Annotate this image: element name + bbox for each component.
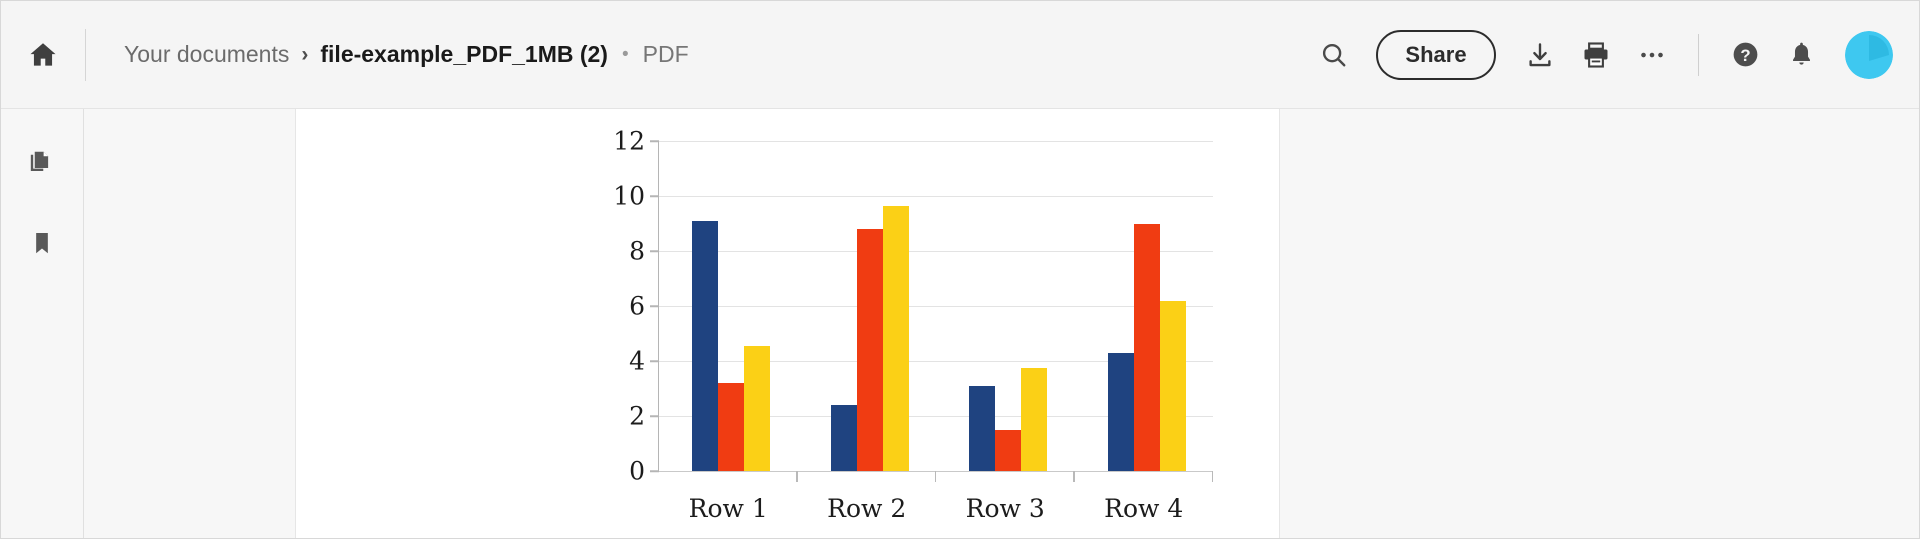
pdf-viewer-window: Your documents › file-example_PDF_1MB (2…	[0, 0, 1920, 539]
toolbar-divider-left	[85, 28, 86, 81]
breadcrumb-current-file: file-example_PDF_1MB (2)	[320, 41, 608, 67]
chart-bar	[995, 429, 1022, 471]
bell-icon	[1787, 40, 1816, 69]
x-axis-tick-label: Row 3	[965, 494, 1045, 523]
y-axis-tick-mark	[650, 360, 659, 362]
chart-bar	[1021, 367, 1048, 471]
y-axis-tick-label: 10	[613, 181, 645, 211]
chart-bar	[830, 405, 857, 471]
toolbar-divider-right	[1698, 33, 1699, 76]
left-tool-rail	[1, 109, 84, 538]
home-zone	[1, 1, 85, 108]
download-button[interactable]	[1512, 27, 1568, 83]
sidebar-item-page-thumbnails[interactable]	[16, 135, 68, 187]
bar-chart: 0 2 4 6 8 10 12 Row 1 Row 2 Row 3 Row 4	[596, 127, 1216, 523]
chart-bar-groups: Row 1 Row 2 Row 3 Row 4	[659, 141, 1213, 523]
chart-bar	[1107, 352, 1134, 471]
chart-bar	[1159, 300, 1186, 471]
search-icon	[1319, 40, 1349, 70]
more-options-button[interactable]	[1624, 27, 1680, 83]
y-axis-tick-label: 4	[629, 346, 645, 376]
viewer-body: 024681012Row 1Row 2Row 3Row 4 Add sticky…	[1, 109, 1919, 538]
y-axis-tick-mark	[650, 415, 659, 417]
document-left-gutter	[84, 109, 296, 538]
y-axis-tick-label: 8	[629, 236, 645, 266]
x-axis-tick-label: Row 4	[1104, 494, 1184, 523]
print-icon	[1581, 40, 1611, 70]
chart-bar-group: Row 2	[798, 141, 936, 523]
y-axis-tick-label: 2	[629, 401, 645, 431]
bookmark-icon	[28, 229, 56, 257]
chart-bar-group: Row 3	[936, 141, 1075, 523]
chart-bar	[856, 229, 883, 471]
x-axis-tick-mark	[1211, 471, 1213, 482]
pages-icon	[27, 146, 57, 176]
help-circle-icon: ?	[1730, 39, 1761, 70]
chart-bar	[744, 345, 771, 471]
breadcrumb-root-link[interactable]: Your documents	[124, 41, 289, 68]
y-axis-tick-label: 12	[613, 126, 645, 156]
notifications-button[interactable]	[1773, 27, 1829, 83]
more-horizontal-icon	[1637, 40, 1667, 70]
home-button[interactable]	[20, 32, 66, 78]
document-right-gutter	[1279, 109, 1919, 538]
y-axis-tick-mark	[650, 195, 659, 197]
y-axis-tick-mark	[650, 470, 659, 472]
x-axis-tick-mark	[796, 471, 798, 482]
y-axis-tick-label: 0	[629, 456, 645, 486]
y-axis-tick-mark	[650, 305, 659, 307]
y-axis-tick-mark	[650, 250, 659, 252]
breadcrumb-dot-separator: •	[621, 43, 629, 65]
chart-gridline	[659, 471, 1213, 472]
x-axis-tick-label: Row 2	[827, 494, 907, 523]
document-canvas[interactable]: 024681012Row 1Row 2Row 3Row 4 Add sticky…	[296, 109, 1279, 538]
chart-bar-group: Row 1	[659, 141, 798, 523]
chart-bar	[969, 385, 996, 471]
print-button[interactable]	[1568, 27, 1624, 83]
chart-bar	[1133, 223, 1160, 471]
x-axis-tick-label: Row 1	[688, 494, 768, 523]
toolbar-actions: Share ?	[1306, 27, 1893, 83]
x-axis-tick-mark	[1073, 471, 1075, 482]
home-icon	[27, 39, 59, 71]
x-axis-tick-mark	[934, 471, 936, 482]
y-axis-tick-mark	[650, 140, 659, 142]
chart-bar-group: Row 4	[1075, 141, 1213, 523]
chart-plot-area: 0 2 4 6 8 10 12 Row 1 Row 2 Row 3 Row 4	[613, 127, 1213, 523]
help-button[interactable]: ?	[1717, 27, 1773, 83]
breadcrumb: Your documents › file-example_PDF_1MB (2…	[124, 41, 689, 68]
avatar[interactable]	[1845, 30, 1893, 79]
top-toolbar: Your documents › file-example_PDF_1MB (2…	[1, 1, 1919, 109]
chart-bar	[718, 383, 745, 471]
breadcrumb-file-type: PDF	[642, 41, 689, 67]
sidebar-item-bookmarks[interactable]	[16, 217, 68, 269]
chart-bar	[882, 205, 909, 471]
svg-text:?: ?	[1740, 46, 1750, 65]
chevron-right-icon: ›	[301, 42, 309, 66]
y-axis-tick-label: 6	[629, 291, 645, 321]
share-button-label: Share	[1405, 41, 1467, 67]
download-icon	[1525, 40, 1555, 70]
chart-bar	[692, 220, 719, 471]
search-button[interactable]	[1306, 27, 1362, 83]
share-button[interactable]: Share	[1376, 29, 1496, 80]
